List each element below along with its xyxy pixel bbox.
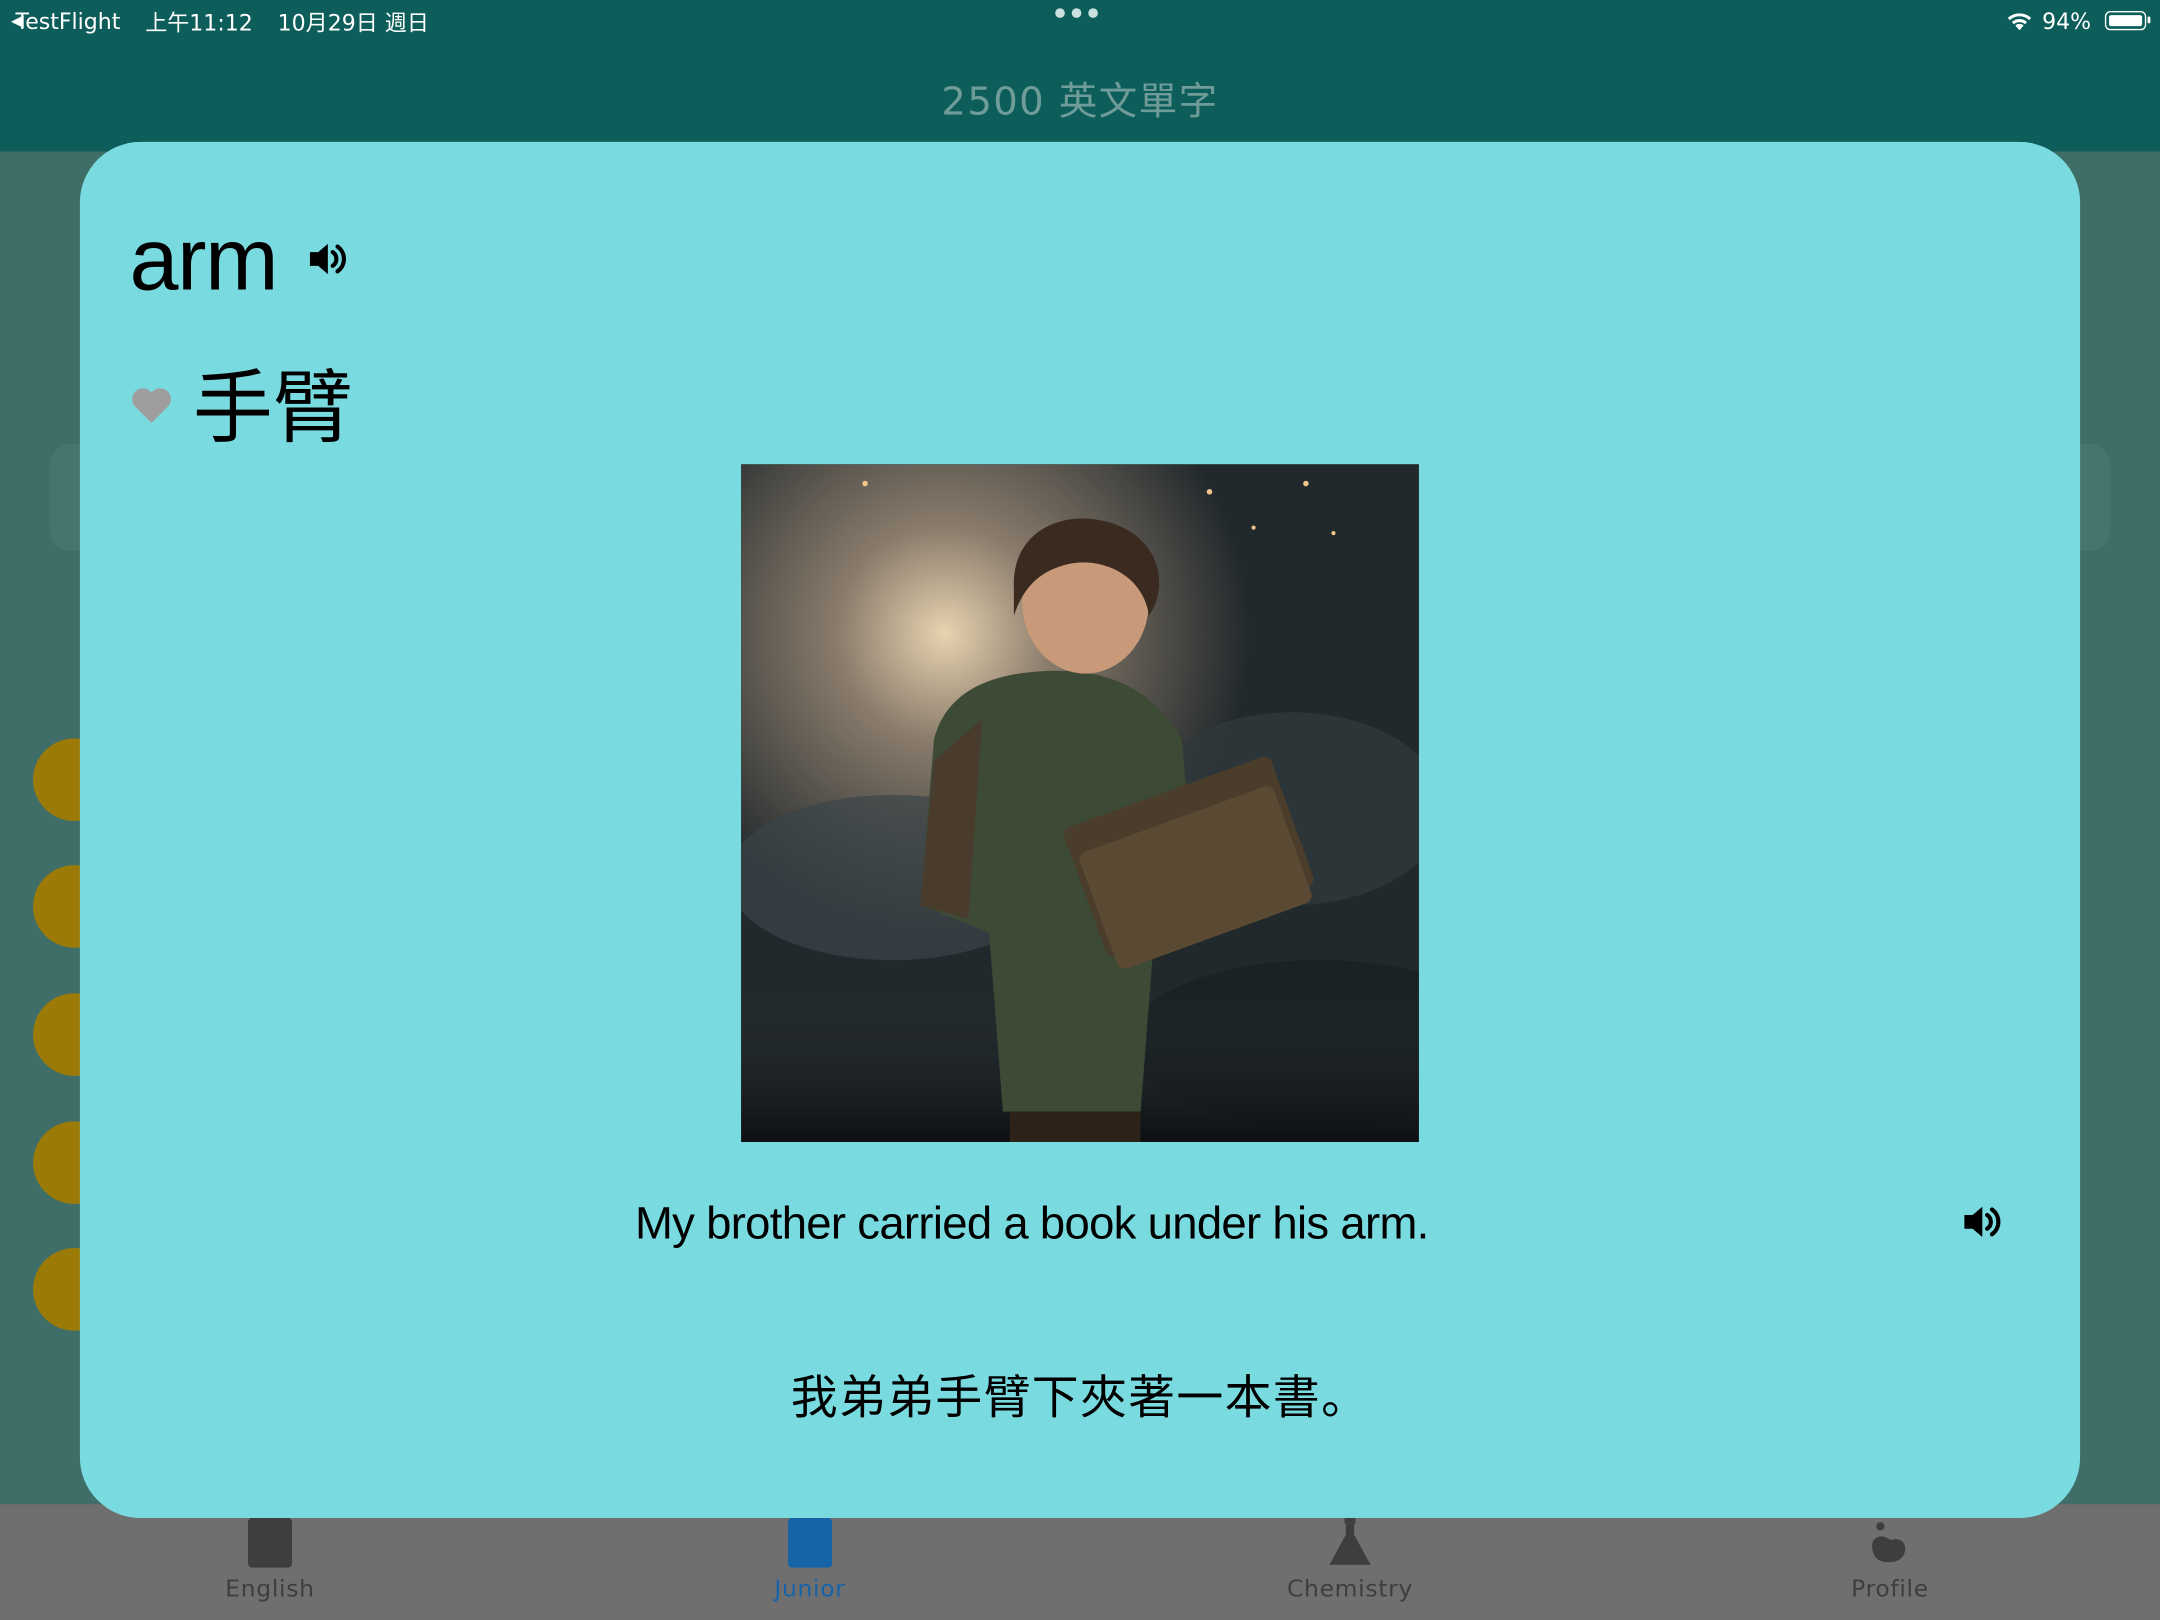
- book-icon: [787, 1518, 833, 1568]
- app-screen: ◀ TestFlight 上午11:12 10月29日 週日 94% 2500 …: [0, 0, 2160, 1620]
- status-date: 10月29日 週日: [277, 9, 429, 36]
- wifi-icon: [2008, 13, 2032, 31]
- sentence-speaker-icon[interactable]: [1962, 1203, 2003, 1247]
- multitasking-dots-icon[interactable]: [1055, 8, 1098, 18]
- battery-percent: 94%: [2042, 7, 2092, 34]
- meaning-text: 手臂: [192, 360, 353, 455]
- tab-junior[interactable]: Junior: [672, 1515, 948, 1603]
- nav-title: 2500 英文單字: [941, 78, 1219, 124]
- word-illustration: [741, 464, 1419, 1142]
- book-icon: [247, 1518, 293, 1568]
- back-to-app-link[interactable]: ◀ TestFlight: [11, 8, 120, 34]
- example-sentence-en: My brother carried a book under his arm.: [634, 1197, 1429, 1249]
- battery-icon: [2104, 11, 2151, 31]
- tab-label: Chemistry: [1286, 1575, 1414, 1604]
- status-bar-right: 94%: [2006, 6, 2151, 36]
- flask-icon: [1329, 1518, 1371, 1565]
- status-bar-left: ◀ TestFlight 上午11:12 10月29日 週日: [11, 6, 429, 36]
- word-text: arm: [129, 209, 278, 309]
- tab-label: English: [225, 1575, 315, 1604]
- example-sentence-zh: 我弟弟手臂下夾著一本書。: [790, 1370, 1370, 1426]
- tab-chemistry[interactable]: Chemistry: [1212, 1515, 1488, 1603]
- word-card: arm 手臂 My brother carried a book under h…: [79, 141, 2081, 1519]
- tab-profile[interactable]: Profile: [1752, 1515, 2028, 1603]
- back-app-label: TestFlight: [15, 7, 121, 34]
- speaker-icon[interactable]: [307, 240, 348, 284]
- tab-label: Junior: [774, 1575, 846, 1604]
- tab-english[interactable]: English: [132, 1515, 408, 1603]
- heart-icon[interactable]: [129, 386, 173, 430]
- status-time: 上午11:12: [145, 9, 253, 36]
- hand-icon: [1872, 1522, 1906, 1563]
- tab-label: Profile: [1851, 1575, 1929, 1604]
